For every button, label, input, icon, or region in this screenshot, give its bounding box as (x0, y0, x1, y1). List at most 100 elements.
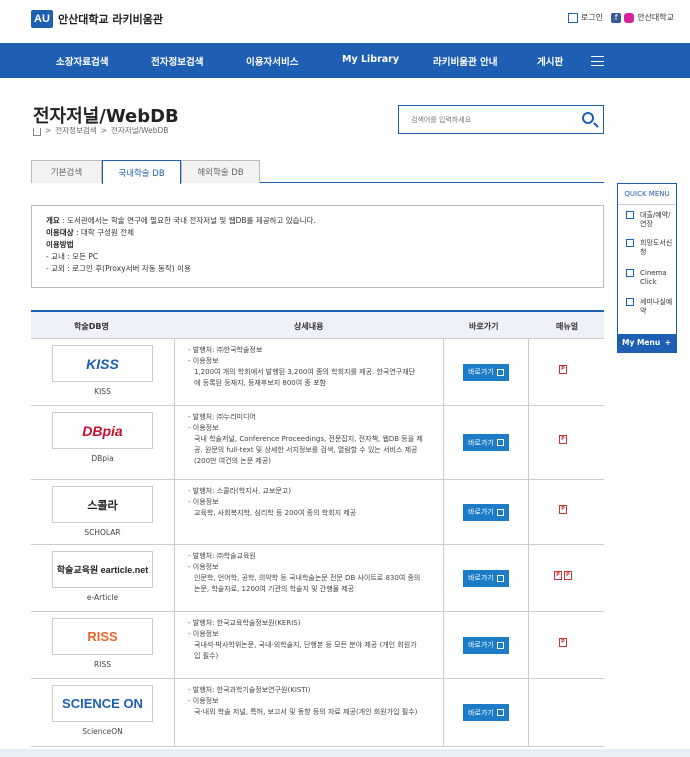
db-name: KISS (94, 387, 111, 396)
external-link-icon (496, 508, 504, 516)
tab-basic[interactable]: 기본검색 (31, 160, 102, 183)
col-header: 학술DB명 (74, 322, 109, 331)
menu-icon[interactable] (591, 56, 604, 66)
db-description: - 발행처: ㈜학술교육원 - 이용정보 인문학, 언어학, 공학, 의약학 등 국… (188, 551, 436, 595)
login-label: 로그인 (580, 13, 603, 22)
site-logo[interactable]: AU 안산대학교 라키비움관 (31, 10, 163, 28)
cell-divider (174, 339, 175, 405)
go-button[interactable]: 바로가기 (463, 569, 509, 587)
description-line: - 이용정보 (188, 563, 219, 571)
login-link[interactable]: 로그인 (567, 12, 603, 23)
description-line: - 이용정보 (188, 424, 219, 432)
cell-divider (443, 679, 444, 746)
logo-text: 안산대학교 라키비움관 (58, 13, 164, 26)
cell-divider (443, 480, 444, 544)
search-input[interactable]: 검색어를 입력하세요 (398, 105, 604, 134)
table-row: RISS RISS - 발행처: 한국교육학술정보원(KERIS) - 이용정보 국내석… (31, 612, 604, 679)
db-description: - 발행처: 한국교육학술정보원(KERIS) - 이용정보 국내석·박사학위논문,… (188, 618, 436, 662)
description-line: - 발행처: ㈜누리미디어 (188, 413, 256, 421)
description-line: 공. 원문의 full-text 및 상세한 서지정보를 검색, 열람할 수 있… (194, 446, 418, 454)
db-logo[interactable]: RISS (52, 618, 153, 655)
info-text: - 교내 : 모든 PC (46, 252, 99, 261)
my-menu-button[interactable]: My Menu + (618, 334, 676, 352)
crumb-item[interactable]: 전자정보검색 (55, 125, 96, 136)
table-row: 학술교육원 earticle.net e-Article - 발행처: ㈜학술교육원… (31, 545, 604, 612)
pdf-manual-icon[interactable]: P (564, 570, 572, 580)
room-icon (626, 298, 634, 306)
pdf-manual-icon[interactable]: P (559, 504, 567, 514)
db-description: - 발행처: 한국과학기술정보연구원(KISTI) - 이용정보 국·내외 학술 저… (188, 685, 436, 718)
cell-divider (528, 480, 529, 544)
description-line: - 발행처: 한국과학기술정보연구원(KISTI) (188, 686, 311, 694)
go-button[interactable]: 바로가기 (463, 503, 509, 521)
tab-foreign[interactable]: 해외학술 DB (181, 160, 260, 183)
nav-item-catalog[interactable]: 소장자료검색 (56, 54, 108, 68)
db-logo[interactable]: KISS (52, 345, 153, 382)
login-icon (567, 12, 578, 23)
db-logo[interactable]: SCIENCE ON (52, 685, 153, 722)
pdf-manual-icon[interactable]: P (554, 570, 562, 580)
nav-item-about[interactable]: 라키비움관 안내 (433, 54, 498, 68)
info-text: : 도서관에서는 학술 연구에 필요한 국내 전자저널 및 웹DB를 제공하고 … (59, 216, 316, 225)
facebook-icon[interactable]: f (611, 12, 622, 23)
go-button[interactable]: 바로가기 (463, 636, 509, 654)
go-button-label: 바로가기 (468, 368, 494, 376)
db-description: - 발행처: ㈜한국학술정보 - 이용정보 1,200여 개의 학회에서 발행된 3… (188, 345, 436, 389)
db-name: e-Article (86, 593, 119, 602)
db-logo[interactable]: DBpia (52, 412, 153, 449)
db-logo[interactable]: 스콜라 (52, 486, 153, 523)
table-row: KISS KISS - 발행처: ㈜한국학술정보 - 이용정보 1,200여 개의 학회… (31, 339, 604, 406)
quick-item-loan[interactable]: 대출/예약/연장 (626, 211, 676, 229)
db-logo-text: RISS (87, 629, 118, 644)
info-box: 개요 : 도서관에서는 학술 연구에 필요한 국내 전자저널 및 웹DB를 제공… (31, 205, 604, 288)
db-description: - 발행처: ㈜누리미디어 - 이용정보 국내 학술저널, Conference P… (188, 412, 436, 467)
go-button-label: 바로가기 (468, 438, 494, 447)
description-line: 논문, 학술자료, 1200여 기관의 학술지 및 간행물 제공 (194, 585, 355, 593)
crumb-item[interactable]: 전자저널/WebDB (111, 125, 168, 136)
pdf-manual-icon[interactable]: P (559, 435, 567, 444)
instagram-icon[interactable] (624, 12, 635, 23)
description-line: 인문학, 언어학, 공학, 의약학 등 국내학술논문 전문 DB 사이트로 83… (194, 574, 421, 582)
pdf-manual-icon[interactable]: P (559, 364, 567, 374)
description-line: 1,200여 개의 학회에서 발행된 3,200여 종의 학회지를 제공. 한국… (194, 368, 416, 376)
go-button[interactable]: 바로가기 (463, 363, 509, 381)
breadcrumb: > 전자정보검색 > 전자저널/WebDB (33, 125, 168, 136)
db-logo-text: 학술교육원 earticle.net (56, 565, 149, 575)
description-line: (200만 여건의 논문 제공) (194, 457, 272, 465)
quick-item-seminar[interactable]: 세미나실예약 (626, 298, 676, 316)
nav-item-mylibrary[interactable]: My Library (342, 54, 399, 65)
home-icon[interactable] (33, 127, 41, 136)
univ-link[interactable]: 안산대학교 (637, 12, 674, 23)
search-icon[interactable] (582, 112, 594, 124)
cell-divider (443, 406, 444, 479)
nav-item-eresources[interactable]: 전자정보검색 (151, 54, 203, 68)
quick-item-cinema[interactable]: Cinema Click (626, 269, 676, 287)
quick-item-request[interactable]: 희망도서신청 (626, 239, 676, 257)
db-logo-text: KISS (86, 355, 119, 372)
nav-item-services[interactable]: 이용자서비스 (246, 54, 298, 68)
db-logo[interactable]: 학술교육원 earticle.net (52, 551, 153, 588)
info-label: 개요 (46, 216, 60, 225)
db-description: - 발행처: 스콜라(학지사, 교보문고) - 이용정보 교육학, 사회복지학, 심… (188, 486, 436, 519)
crumb-sep-icon: > (100, 126, 107, 135)
cell-divider (443, 545, 444, 611)
col-header: 바로가기 (469, 322, 499, 331)
description-line: - 이용정보 (188, 697, 219, 705)
clock-icon (626, 211, 634, 219)
tab-domestic[interactable]: 국내학술 DB (102, 160, 181, 184)
go-button[interactable]: 바로가기 (463, 434, 509, 451)
db-name: DBpia (91, 454, 114, 463)
pdf-manual-icon[interactable]: P (559, 637, 567, 647)
description-line: 교육학, 사회복지학, 심리학 등 200여 종의 학회지 제공 (194, 509, 357, 517)
external-link-icon (496, 368, 504, 376)
description-line: - 발행처: ㈜한국학술정보 (188, 346, 263, 354)
crumb-sep-icon: > (45, 126, 52, 135)
description-line: 입 필수) (194, 652, 219, 660)
table-row: DBpia DBpia - 발행처: ㈜누리미디어 - 이용정보 국내 학술저널, Co… (31, 406, 604, 480)
go-button[interactable]: 바로가기 (463, 704, 509, 721)
nav-item-board[interactable]: 게시판 (537, 54, 563, 68)
info-text: : 대학 구성원 전체 (73, 228, 134, 237)
db-logo-text: SCIENCE ON (62, 696, 143, 711)
cell-divider (174, 480, 175, 544)
description-line: - 이용정보 (188, 498, 219, 506)
